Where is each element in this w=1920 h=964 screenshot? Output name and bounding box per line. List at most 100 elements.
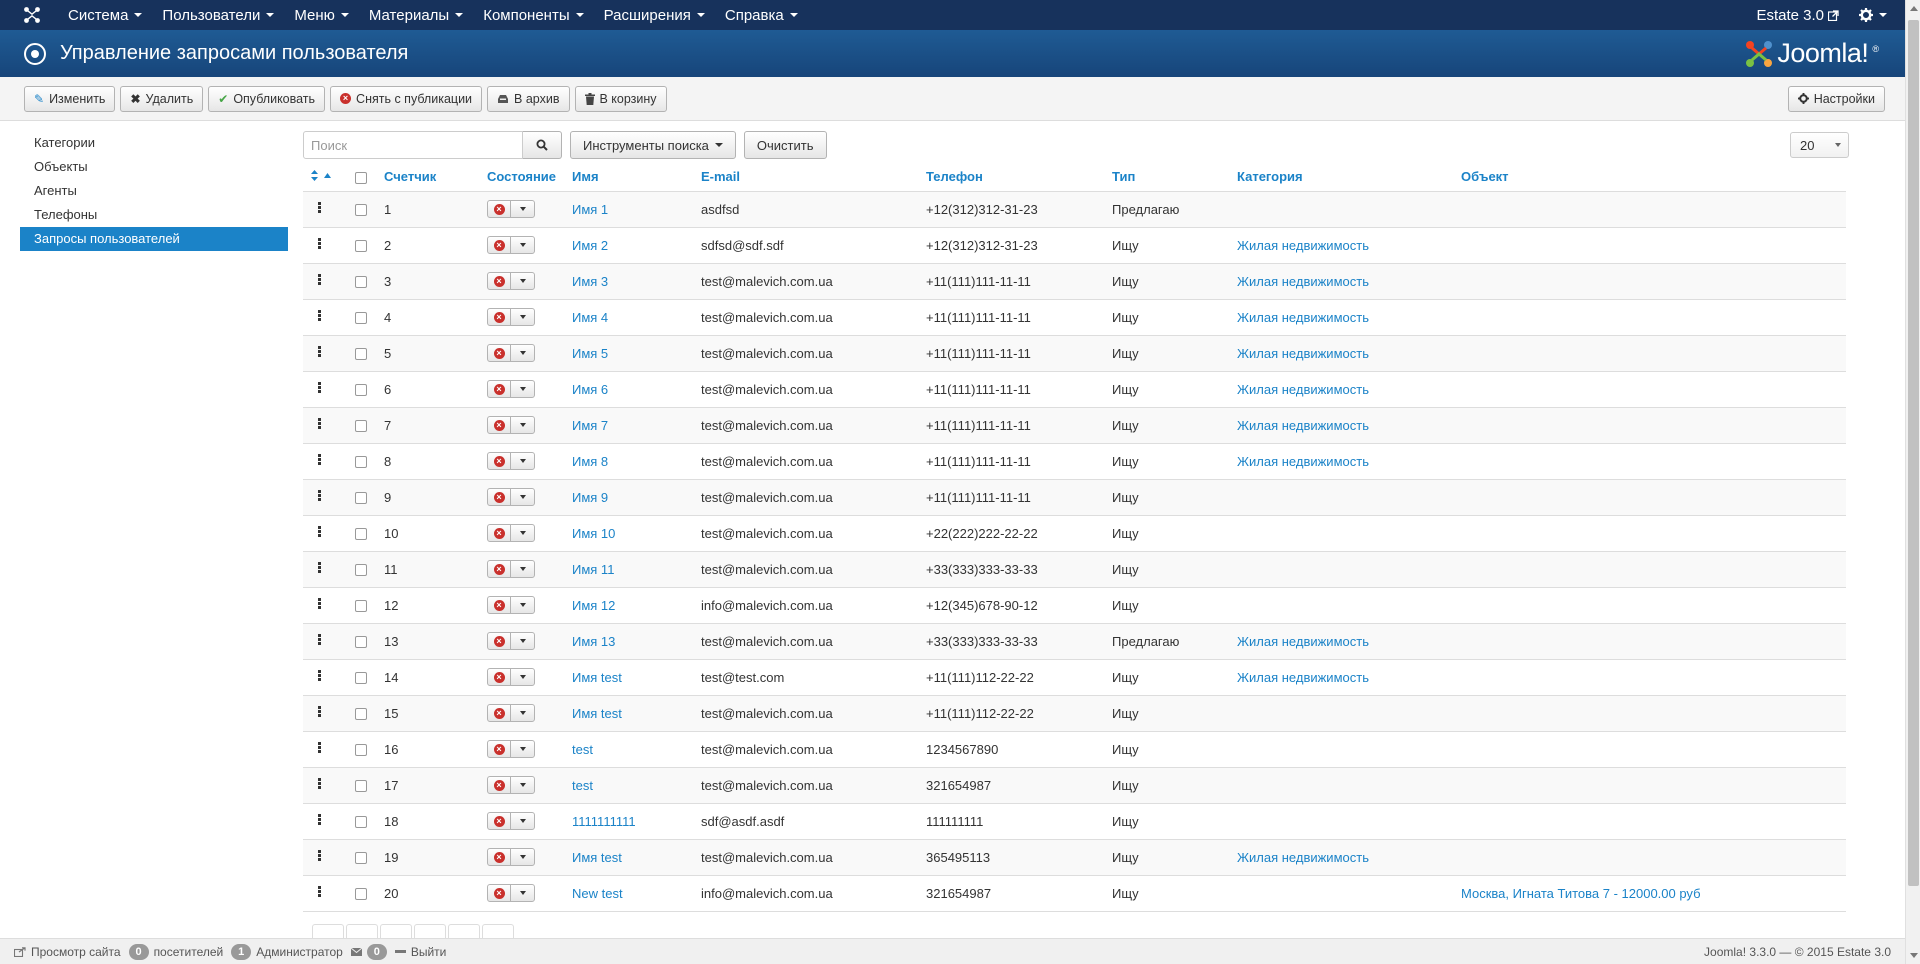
nav-menu-item[interactable]: Расширения (594, 0, 715, 30)
nav-menu-item[interactable]: Компоненты (473, 0, 593, 30)
archive-button[interactable]: В архив (487, 85, 570, 112)
category-link[interactable]: Жилая недвижимость (1237, 850, 1369, 865)
unpublished-button[interactable]: × (488, 309, 511, 325)
name-link[interactable]: Имя 6 (572, 382, 608, 397)
name-link[interactable]: Имя test (572, 670, 622, 685)
state-dropdown[interactable] (511, 381, 534, 397)
row-checkbox[interactable] (355, 744, 367, 757)
pagination-prev[interactable] (346, 924, 378, 938)
name-link[interactable]: Имя 12 (572, 598, 615, 613)
row-checkbox[interactable] (355, 816, 367, 829)
state-dropdown[interactable] (511, 417, 534, 433)
row-checkbox[interactable] (355, 384, 367, 397)
row-checkbox[interactable] (355, 312, 367, 325)
drag-handle-icon[interactable] (318, 885, 321, 898)
row-checkbox[interactable] (355, 672, 367, 685)
object-header[interactable]: Объект (1453, 163, 1846, 192)
row-checkbox[interactable] (355, 600, 367, 613)
unpublished-button[interactable]: × (488, 561, 511, 577)
drag-handle-icon[interactable] (318, 777, 321, 790)
state-dropdown[interactable] (511, 273, 534, 289)
unpublished-button[interactable]: × (488, 201, 511, 217)
state-dropdown[interactable] (511, 813, 534, 829)
row-checkbox[interactable] (355, 240, 367, 253)
unpublished-button[interactable]: × (488, 417, 511, 433)
nav-menu-item[interactable]: Пользователи (152, 0, 284, 30)
name-link[interactable]: Имя 5 (572, 346, 608, 361)
options-button[interactable]: Настройки (1787, 85, 1885, 112)
drag-handle-icon[interactable] (318, 741, 321, 754)
unpublished-button[interactable]: × (488, 885, 511, 901)
publish-button[interactable]: ✔ Опубликовать (208, 85, 326, 112)
drag-handle-icon[interactable] (318, 561, 321, 574)
name-link[interactable]: Имя 2 (572, 238, 608, 253)
row-checkbox[interactable] (355, 564, 367, 577)
search-input[interactable] (303, 131, 523, 159)
sidebar-item[interactable]: Агенты (20, 179, 288, 203)
category-link[interactable]: Жилая недвижимость (1237, 454, 1369, 469)
unpublished-button[interactable]: × (488, 453, 511, 469)
nav-menu-item[interactable]: Справка (715, 0, 808, 30)
category-link[interactable]: Жилая недвижимость (1237, 634, 1369, 649)
state-dropdown[interactable] (511, 705, 534, 721)
state-dropdown[interactable] (511, 597, 534, 613)
name-link[interactable]: Имя 8 (572, 454, 608, 469)
category-header[interactable]: Категория (1229, 163, 1453, 192)
ordering-header[interactable] (303, 163, 347, 192)
state-dropdown[interactable] (511, 309, 534, 325)
unpublished-button[interactable]: × (488, 597, 511, 613)
row-checkbox[interactable] (355, 636, 367, 649)
name-link[interactable]: Имя 4 (572, 310, 608, 325)
name-link[interactable]: New test (572, 886, 623, 901)
scroll-up-arrow[interactable] (1910, 6, 1918, 11)
drag-handle-icon[interactable] (318, 489, 321, 502)
row-checkbox[interactable] (355, 528, 367, 541)
drag-handle-icon[interactable] (318, 453, 321, 466)
unpublished-button[interactable]: × (488, 633, 511, 649)
state-dropdown[interactable] (511, 741, 534, 757)
sidebar-item[interactable]: Категории (20, 131, 288, 155)
unpublished-button[interactable]: × (488, 777, 511, 793)
state-dropdown[interactable] (511, 669, 534, 685)
name-link[interactable]: Имя 7 (572, 418, 608, 433)
joomla-icon[interactable] (14, 0, 50, 30)
name-link[interactable]: Имя 11 (572, 562, 614, 577)
state-dropdown[interactable] (511, 633, 534, 649)
unpublished-button[interactable]: × (488, 489, 511, 505)
user-menu[interactable] (1853, 8, 1905, 22)
drag-handle-icon[interactable] (318, 201, 321, 214)
row-checkbox[interactable] (355, 276, 367, 289)
search-tools-button[interactable]: Инструменты поиска (570, 131, 736, 159)
state-header[interactable]: Состояние (479, 163, 564, 192)
row-checkbox[interactable] (355, 852, 367, 865)
name-link[interactable]: Имя 1 (572, 202, 608, 217)
state-dropdown[interactable] (511, 453, 534, 469)
object-link[interactable]: Москва, Игната Титова 7 - 12000.00 руб (1461, 886, 1701, 901)
pagination-page[interactable] (414, 924, 446, 938)
category-link[interactable]: Жилая недвижимость (1237, 274, 1369, 289)
pagination-next[interactable] (448, 924, 480, 938)
name-link[interactable]: test (572, 742, 593, 757)
unpublished-button[interactable]: × (488, 381, 511, 397)
name-link[interactable]: Имя 10 (572, 526, 615, 541)
view-site-link[interactable]: Просмотр сайта (14, 945, 121, 959)
category-link[interactable]: Жилая недвижимость (1237, 310, 1369, 325)
name-link[interactable]: 1111111111 (572, 814, 636, 829)
unpublished-button[interactable]: × (488, 525, 511, 541)
nav-menu-item[interactable]: Система (58, 0, 152, 30)
view-site-link[interactable]: Estate 3.0 (1742, 7, 1853, 24)
state-dropdown[interactable] (511, 561, 534, 577)
name-link[interactable]: Имя 13 (572, 634, 615, 649)
unpublish-button[interactable]: × Снять с публикации (330, 85, 483, 112)
row-checkbox[interactable] (355, 708, 367, 721)
category-link[interactable]: Жилая недвижимость (1237, 382, 1369, 397)
name-link[interactable]: Имя 9 (572, 490, 608, 505)
phone-header[interactable]: Телефон (918, 163, 1104, 192)
clear-button[interactable]: Очистить (743, 131, 827, 159)
row-checkbox[interactable] (355, 492, 367, 505)
logout-link[interactable]: Выйти (394, 945, 446, 959)
drag-handle-icon[interactable] (318, 237, 321, 250)
drag-handle-icon[interactable] (318, 525, 321, 538)
sidebar-item[interactable]: Объекты (20, 155, 288, 179)
pagination-first[interactable] (312, 924, 344, 938)
